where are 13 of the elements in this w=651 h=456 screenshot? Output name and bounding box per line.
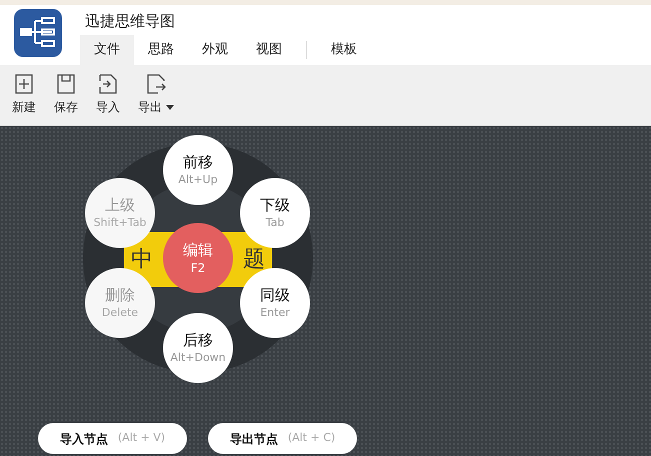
node-action-button[interactable]: 导出节点 (Alt + C) [208, 423, 357, 454]
export-button[interactable]: 导出 [138, 73, 174, 125]
app-title: 迅捷思维导图 [84, 11, 176, 32]
node-action-button[interactable]: 导入节点 (Alt + V) [38, 423, 187, 454]
menu-tab[interactable]: 文件 [80, 35, 134, 65]
export-icon [146, 73, 166, 95]
save-button[interactable]: 保存 [54, 73, 78, 125]
import-button[interactable]: 导入 [96, 73, 120, 125]
new-button[interactable]: 新建 [12, 73, 36, 125]
new-icon [14, 73, 34, 95]
app-logo-icon [14, 9, 62, 57]
import-icon [98, 73, 118, 95]
save-icon [56, 73, 76, 95]
